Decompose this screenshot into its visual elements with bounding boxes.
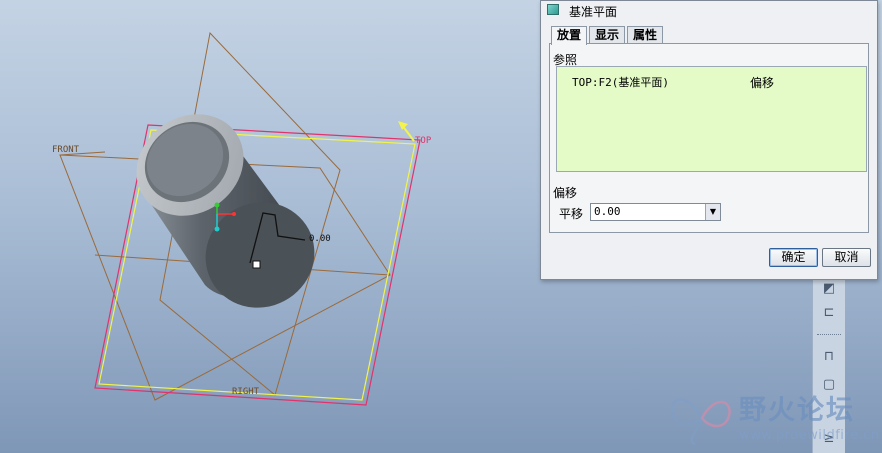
translate-label: 平移 <box>559 207 584 221</box>
drag-handle <box>252 260 261 269</box>
ok-button[interactable]: 确定 <box>769 248 818 267</box>
csys-y-end <box>214 202 220 208</box>
cancel-button[interactable]: 取消 <box>822 248 871 267</box>
toolbar-separator <box>817 334 841 335</box>
datum-csys-tool-icon[interactable]: ⊏ <box>819 304 839 322</box>
tab-properties[interactable]: 属性 <box>627 26 664 44</box>
dialog-title-bar[interactable]: 基准平面 <box>541 1 877 19</box>
csys-x-end <box>232 212 236 216</box>
tab-placement[interactable]: 放置 <box>551 26 588 45</box>
dialog-title: 基准平面 <box>569 5 618 19</box>
offset-dimension-value[interactable]: 0.00 <box>309 234 331 244</box>
extrude-tool-icon[interactable]: ⊓ <box>819 348 839 366</box>
reference-item[interactable]: TOP:F2(基准平面) <box>572 74 669 90</box>
tab-display[interactable]: 显示 <box>589 26 626 44</box>
top-plane-label: TOP <box>415 136 432 146</box>
front-plane-label: FRONT <box>52 145 80 155</box>
top-arrow-head <box>398 121 408 130</box>
right-plane-label: RIGHT <box>232 387 260 397</box>
translate-value[interactable]: 0.00 <box>594 205 621 218</box>
csys-z-end <box>214 226 220 232</box>
translate-value-field[interactable]: 0.00 ▼ <box>590 203 721 221</box>
reference-constraint-type[interactable]: 偏移 <box>750 74 774 91</box>
watermark-title: 野火论坛 <box>739 395 855 426</box>
watermark-butterfly-icon <box>671 398 731 445</box>
watermark-url: www.proewildfire.cn <box>739 428 880 443</box>
references-list[interactable]: TOP:F2(基准平面) 偏移 <box>556 66 867 172</box>
chevron-down-icon[interactable]: ▼ <box>705 204 720 220</box>
datum-plane-tool-icon[interactable]: ◩ <box>819 280 839 298</box>
site-watermark: 野火论坛 www.proewildfire.cn <box>665 378 882 453</box>
offset-section-label: 偏移 <box>553 186 578 200</box>
dialog-app-icon <box>547 4 559 15</box>
